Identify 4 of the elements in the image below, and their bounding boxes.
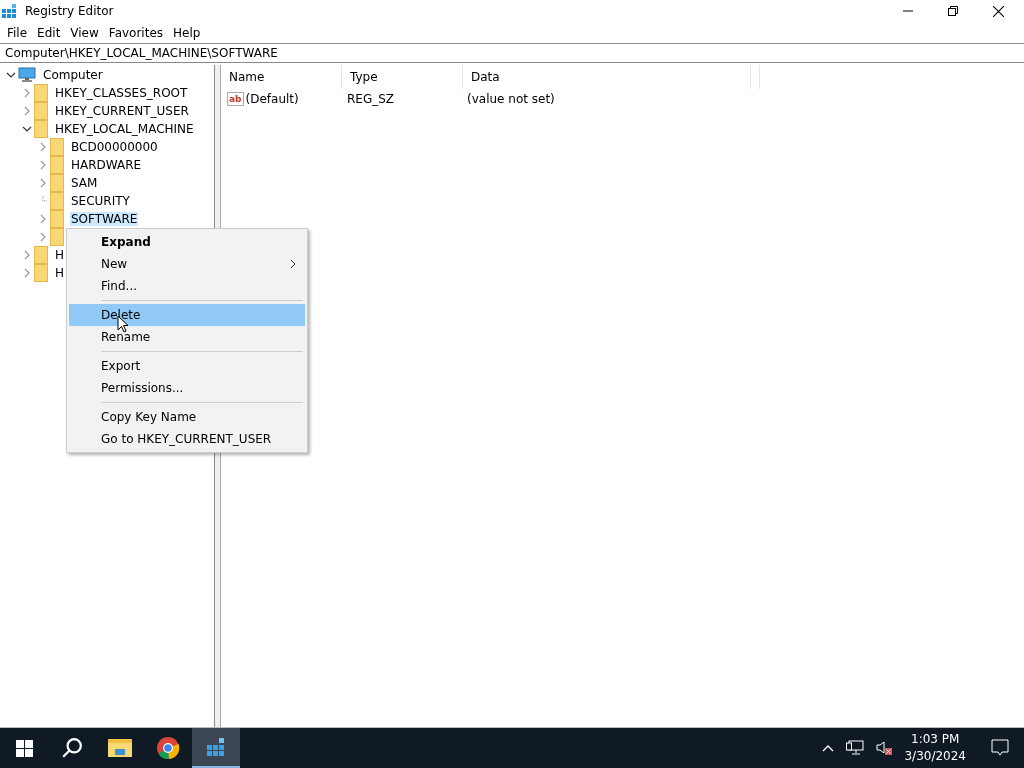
table-cell-text: (value not set)	[466, 92, 556, 106]
string-value-icon: ab	[227, 92, 244, 106]
window-title: Registry Editor	[25, 4, 114, 18]
table-cell-text: REG_SZ	[346, 92, 396, 106]
